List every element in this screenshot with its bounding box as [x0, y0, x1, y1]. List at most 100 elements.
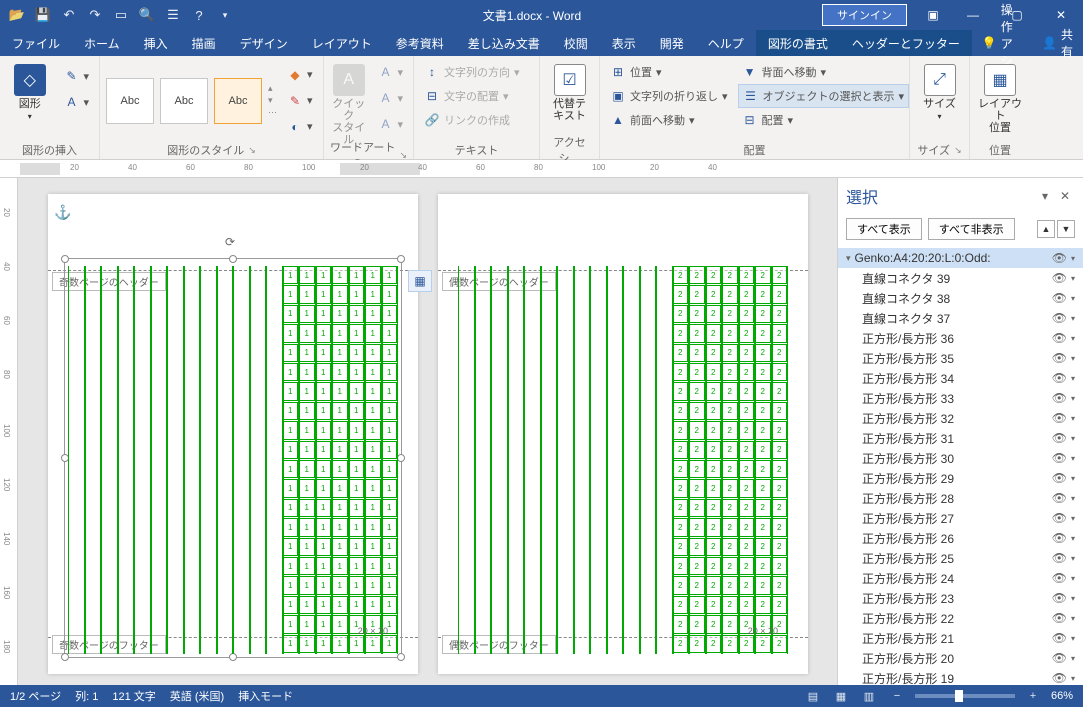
item-menu-icon[interactable]: ▾: [1071, 414, 1075, 423]
wrap-text-button[interactable]: ▣文字列の折り返し ▾: [606, 84, 732, 108]
text-effects-button[interactable]: A▾: [373, 112, 407, 136]
item-menu-icon[interactable]: ▾: [1071, 494, 1075, 503]
selection-item[interactable]: 直線コネクタ 38👁▾: [838, 288, 1083, 308]
visibility-icon[interactable]: 👁: [1048, 251, 1071, 265]
visibility-icon[interactable]: 👁: [1048, 631, 1071, 645]
item-menu-icon[interactable]: ▾: [1071, 674, 1075, 683]
text-fill-button[interactable]: A▾: [373, 60, 407, 84]
save-icon[interactable]: 💾: [32, 4, 54, 26]
selection-item[interactable]: 正方形/長方形 21👁▾: [838, 628, 1083, 648]
status-mode[interactable]: 挿入モード: [238, 688, 293, 704]
shape-style-3[interactable]: Abc: [214, 78, 262, 124]
item-menu-icon[interactable]: ▾: [1071, 274, 1075, 283]
visibility-icon[interactable]: 👁: [1048, 651, 1071, 665]
selection-item-root[interactable]: ▾Genko:A4:20:20:L:0:Odd:👁▾: [838, 248, 1083, 268]
redo-icon[interactable]: ↷: [84, 4, 106, 26]
status-words[interactable]: 121 文字: [112, 688, 155, 704]
tab-view[interactable]: 表示: [600, 30, 648, 56]
selection-item[interactable]: 正方形/長方形 22👁▾: [838, 608, 1083, 628]
selection-item[interactable]: 正方形/長方形 34👁▾: [838, 368, 1083, 388]
twisty-icon[interactable]: ▾: [846, 253, 851, 264]
rotate-handle-icon[interactable]: ⟳: [225, 235, 241, 251]
style-more-icon[interactable]: ⋯: [268, 107, 277, 118]
quick-style-button[interactable]: A クイック スタイル: [330, 60, 367, 146]
visibility-icon[interactable]: 👁: [1048, 611, 1071, 625]
tab-layout[interactable]: レイアウト: [300, 30, 384, 56]
handle-nw[interactable]: [61, 255, 69, 263]
item-menu-icon[interactable]: ▾: [1071, 314, 1075, 323]
qat-icon[interactable]: ▭: [110, 4, 132, 26]
visibility-icon[interactable]: 👁: [1048, 391, 1071, 405]
selection-item[interactable]: 正方形/長方形 20👁▾: [838, 648, 1083, 668]
hide-all-button[interactable]: すべて非表示: [928, 218, 1015, 240]
tab-references[interactable]: 参考資料: [384, 30, 456, 56]
tab-help[interactable]: ヘルプ: [696, 30, 756, 56]
item-menu-icon[interactable]: ▾: [1071, 574, 1075, 583]
tab-mailings[interactable]: 差し込み文書: [456, 30, 552, 56]
tab-draw[interactable]: 描画: [180, 30, 228, 56]
visibility-icon[interactable]: 👁: [1048, 311, 1071, 325]
minimize-button[interactable]: —: [951, 0, 995, 30]
size-launcher-icon[interactable]: ↘: [954, 145, 962, 156]
visibility-icon[interactable]: 👁: [1048, 451, 1071, 465]
pane-close-icon[interactable]: ✕: [1055, 189, 1075, 203]
visibility-icon[interactable]: 👁: [1048, 671, 1071, 685]
styles-launcher-icon[interactable]: ↘: [248, 145, 256, 156]
handle-se[interactable]: [397, 653, 405, 661]
visibility-icon[interactable]: 👁: [1048, 331, 1071, 345]
shape-outline-button[interactable]: ✎▾: [283, 89, 317, 113]
shape-style-1[interactable]: Abc: [106, 78, 154, 124]
tab-file[interactable]: ファイル: [0, 30, 72, 56]
send-backward-button[interactable]: ▼背面へ移動 ▾: [738, 60, 910, 84]
tab-design[interactable]: デザイン: [228, 30, 300, 56]
undo-icon[interactable]: ↶: [58, 4, 80, 26]
selection-pane-button[interactable]: ☰オブジェクトの選択と表示 ▾: [738, 84, 910, 108]
visibility-icon[interactable]: 👁: [1048, 351, 1071, 365]
item-menu-icon[interactable]: ▾: [1071, 374, 1075, 383]
tab-header-footer[interactable]: ヘッダーとフッター: [840, 30, 972, 56]
layout-options-icon[interactable]: ▦: [408, 270, 432, 292]
selection-item[interactable]: 直線コネクタ 37👁▾: [838, 308, 1083, 328]
move-up-icon[interactable]: ▲: [1037, 220, 1055, 238]
create-link-button[interactable]: 🔗リンクの作成: [420, 108, 524, 132]
web-layout-icon[interactable]: ▥: [859, 690, 879, 703]
item-menu-icon[interactable]: ▾: [1071, 354, 1075, 363]
bring-forward-button[interactable]: ▲前面へ移動 ▾: [606, 108, 732, 132]
visibility-icon[interactable]: 👁: [1048, 591, 1071, 605]
tab-shape-format[interactable]: 図形の書式: [756, 30, 840, 56]
visibility-icon[interactable]: 👁: [1048, 271, 1071, 285]
tab-insert[interactable]: 挿入: [132, 30, 180, 56]
status-column[interactable]: 列: 1: [75, 688, 98, 704]
visibility-icon[interactable]: 👁: [1048, 371, 1071, 385]
selection-item[interactable]: 直線コネクタ 39👁▾: [838, 268, 1083, 288]
shape-effects-button[interactable]: ◐▾: [283, 115, 317, 139]
help-icon[interactable]: ?: [188, 4, 210, 26]
visibility-icon[interactable]: 👁: [1048, 411, 1071, 425]
selection-item[interactable]: 正方形/長方形 35👁▾: [838, 348, 1083, 368]
item-menu-icon[interactable]: ▾: [1071, 654, 1075, 663]
selection-item[interactable]: 正方形/長方形 24👁▾: [838, 568, 1083, 588]
signin-button[interactable]: サインイン: [822, 4, 907, 26]
selection-item[interactable]: 正方形/長方形 33👁▾: [838, 388, 1083, 408]
read-mode-icon[interactable]: ▤: [803, 690, 823, 703]
item-menu-icon[interactable]: ▾: [1071, 614, 1075, 623]
status-page[interactable]: 1/2 ページ: [10, 688, 61, 704]
show-all-button[interactable]: すべて表示: [846, 218, 922, 240]
selection-item[interactable]: 正方形/長方形 29👁▾: [838, 468, 1083, 488]
item-menu-icon[interactable]: ▾: [1071, 254, 1075, 263]
visibility-icon[interactable]: 👁: [1048, 471, 1071, 485]
zoom-in-icon[interactable]: +: [1023, 690, 1043, 702]
visibility-icon[interactable]: 👁: [1048, 531, 1071, 545]
style-up-icon[interactable]: ▴: [268, 83, 277, 94]
selection-item[interactable]: 正方形/長方形 31👁▾: [838, 428, 1083, 448]
item-menu-icon[interactable]: ▾: [1071, 334, 1075, 343]
selection-item[interactable]: 正方形/長方形 19👁▾: [838, 668, 1083, 685]
item-menu-icon[interactable]: ▾: [1071, 294, 1075, 303]
position-button[interactable]: ⊞位置 ▾: [606, 60, 732, 84]
ruler-icon[interactable]: ☰: [162, 4, 184, 26]
item-menu-icon[interactable]: ▾: [1071, 394, 1075, 403]
visibility-icon[interactable]: 👁: [1048, 551, 1071, 565]
shape-fill-button[interactable]: ◆▾: [283, 63, 317, 87]
print-layout-icon[interactable]: ▦: [831, 690, 851, 703]
item-menu-icon[interactable]: ▾: [1071, 634, 1075, 643]
